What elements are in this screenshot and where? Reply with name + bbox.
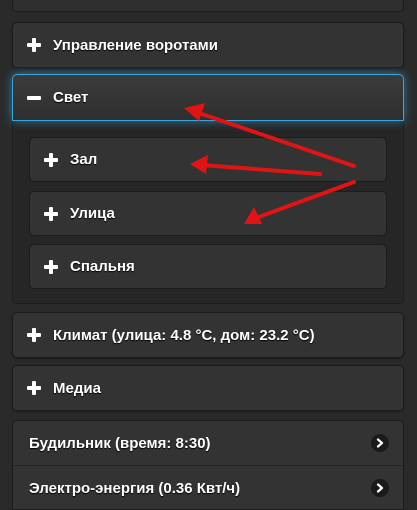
section-climate-label: Климат (улица: 4.8 °C, дом: 23.2 °C)	[53, 326, 315, 344]
list-item-alarm-label: Будильник (время: 8:30)	[29, 434, 211, 452]
section-media[interactable]: Медиа	[12, 365, 404, 411]
section-gate-control-header[interactable]: Управление воротами	[13, 23, 403, 67]
plus-icon	[27, 381, 41, 395]
chevron-right-icon	[371, 434, 389, 452]
light-item-bedroom[interactable]: Спальня	[29, 244, 387, 289]
list-item-energy-label: Электро-энергия (0.36 Квт/ч)	[29, 479, 241, 497]
previous-section-edge	[12, 0, 404, 12]
section-media-label: Медиа	[53, 379, 101, 397]
page: Управление воротами Свет Зал Улица Спаль…	[0, 0, 417, 510]
light-item-bedroom-label: Спальня	[70, 258, 135, 275]
light-item-hall[interactable]: Зал	[29, 137, 387, 182]
list-item-energy[interactable]: Электро-энергия (0.36 Квт/ч)	[13, 465, 403, 510]
light-item-hall-label: Зал	[70, 151, 98, 168]
plus-icon	[44, 259, 58, 274]
section-climate-header[interactable]: Климат (улица: 4.8 °C, дом: 23.2 °C)	[13, 313, 403, 357]
light-item-street[interactable]: Улица	[29, 191, 387, 236]
section-light-header[interactable]: Свет	[12, 74, 404, 121]
minus-icon	[27, 91, 41, 105]
menu-list: Будильник (время: 8:30) Электро-энергия …	[12, 420, 404, 510]
plus-icon	[27, 38, 41, 52]
section-light-label: Свет	[53, 89, 89, 106]
plus-icon	[44, 206, 58, 221]
light-item-street-label: Улица	[70, 205, 115, 222]
section-media-header[interactable]: Медиа	[13, 366, 403, 410]
chevron-right-icon	[371, 479, 389, 497]
section-gate-control[interactable]: Управление воротами	[12, 22, 404, 68]
list-item-alarm[interactable]: Будильник (время: 8:30)	[13, 421, 403, 465]
section-light: Свет Зал Улица Спальня	[12, 74, 404, 304]
plus-icon	[44, 152, 58, 167]
plus-icon	[27, 328, 41, 342]
section-climate[interactable]: Климат (улица: 4.8 °C, дом: 23.2 °C)	[12, 312, 404, 358]
section-gate-control-label: Управление воротами	[53, 36, 218, 54]
